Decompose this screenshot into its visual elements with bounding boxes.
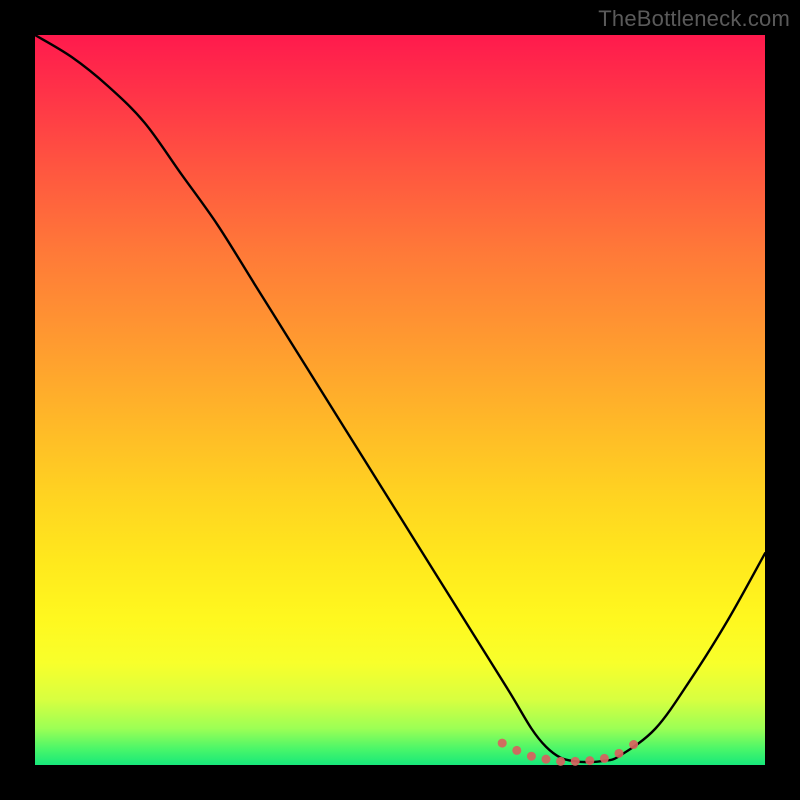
curve-marker	[512, 746, 521, 755]
curve-marker	[585, 756, 594, 765]
curve-marker	[527, 752, 536, 761]
curve-marker	[542, 755, 551, 764]
bottleneck-curve	[35, 35, 765, 762]
curve-marker	[600, 754, 609, 763]
marker-group	[498, 739, 638, 766]
curve-marker	[629, 740, 638, 749]
curve-marker	[615, 749, 624, 758]
chart-frame: TheBottleneck.com	[0, 0, 800, 800]
watermark-text: TheBottleneck.com	[598, 6, 790, 32]
curve-marker	[571, 757, 580, 766]
curve-marker	[498, 739, 507, 748]
plot-area	[35, 35, 765, 765]
curve-svg	[35, 35, 765, 765]
curve-marker	[556, 757, 565, 766]
